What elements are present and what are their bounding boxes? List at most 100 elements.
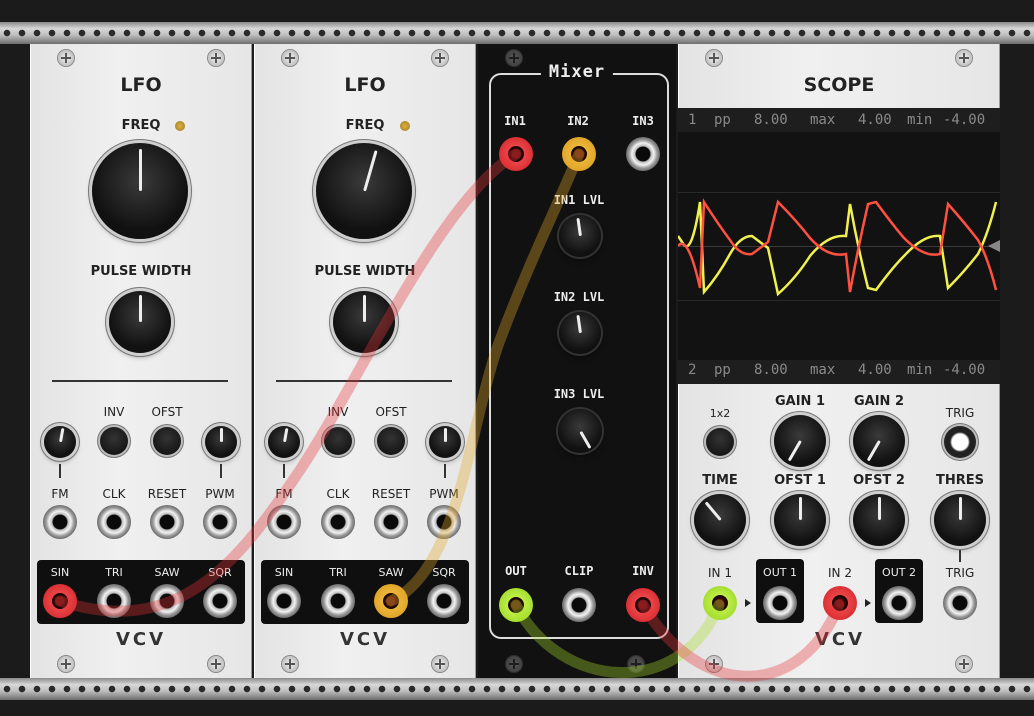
freq-led xyxy=(400,121,410,131)
saw-output-jack[interactable] xyxy=(150,584,184,618)
arrow-right-icon xyxy=(745,599,751,607)
clk-input-jack[interactable] xyxy=(97,505,131,539)
sqr-output-jack[interactable] xyxy=(203,584,237,618)
sqr-label: SQR xyxy=(432,566,456,579)
clk-label: CLK xyxy=(102,487,126,501)
freq-knob[interactable] xyxy=(92,143,188,239)
time-label: TIME xyxy=(702,473,738,488)
inv-button[interactable] xyxy=(100,427,128,455)
trig-input-label: TRIG xyxy=(945,566,975,580)
in2-input-plug[interactable] xyxy=(823,586,857,620)
scope-module[interactable]: SCOPE 1 pp 8.00 max 4.00 min -4.00 2 pp … xyxy=(678,44,1000,678)
trig-input-jack[interactable] xyxy=(943,586,977,620)
mode-1x2-button[interactable] xyxy=(706,428,734,456)
inv-output-plug[interactable] xyxy=(626,588,660,622)
scope-display[interactable]: 1 pp 8.00 max 4.00 min -4.00 2 pp 8.00 m… xyxy=(678,108,1000,384)
ofst-button[interactable] xyxy=(377,427,405,455)
sin-output-jack[interactable] xyxy=(267,584,301,618)
saw-output-plug[interactable] xyxy=(374,584,408,618)
rack-side xyxy=(1002,44,1034,678)
out2-output-jack[interactable] xyxy=(882,586,916,620)
in2-level-knob[interactable] xyxy=(559,312,601,354)
gain2-knob[interactable] xyxy=(853,415,905,467)
in3-input-jack[interactable] xyxy=(626,137,660,171)
vcv-logo: VCV xyxy=(115,629,167,650)
divider xyxy=(276,380,452,382)
in2-label: IN2 xyxy=(567,114,589,128)
pwm-label: PWM xyxy=(205,487,235,501)
rack-rail-bottom xyxy=(0,678,1034,700)
pulse-width-knob[interactable] xyxy=(109,291,171,353)
in1-input-plug[interactable] xyxy=(499,137,533,171)
reset-input-jack[interactable] xyxy=(150,505,184,539)
reset-label: RESET xyxy=(147,487,187,501)
clk-input-jack[interactable] xyxy=(321,505,355,539)
ofst-label: OFST xyxy=(151,405,183,419)
screw-icon xyxy=(432,656,448,672)
pwm-input-jack[interactable] xyxy=(203,505,237,539)
gain1-label: GAIN 1 xyxy=(774,394,826,409)
ofst1-label: OFST 1 xyxy=(774,473,826,488)
pulse-width-knob[interactable] xyxy=(333,291,395,353)
pulse-width-label: PULSE WIDTH xyxy=(314,264,416,279)
out1-label: OUT 1 xyxy=(763,566,797,579)
clk-label: CLK xyxy=(326,487,350,501)
clip-output-jack[interactable] xyxy=(562,588,596,622)
inv-button[interactable] xyxy=(324,427,352,455)
freq-label: FREQ xyxy=(345,118,385,133)
pwm-label: PWM xyxy=(429,487,459,501)
freq-led xyxy=(175,121,185,131)
lfo-module-1[interactable]: LFO FREQ PULSE WIDTH INV OFST FM CLK RES… xyxy=(30,44,252,678)
inv-label: INV xyxy=(327,405,349,419)
rack-rail-top xyxy=(0,22,1034,44)
tick xyxy=(444,464,446,478)
time-knob[interactable] xyxy=(694,494,746,546)
thres-knob[interactable] xyxy=(934,494,986,546)
ch2-max-label: max xyxy=(810,362,836,378)
screw-icon xyxy=(956,656,972,672)
tri-output-jack[interactable] xyxy=(321,584,355,618)
sqr-output-jack[interactable] xyxy=(427,584,461,618)
lfo-module-2[interactable]: LFO FREQ PULSE WIDTH INV OFST FM CLK RES… xyxy=(254,44,476,678)
trig-button[interactable] xyxy=(944,426,976,458)
in3-label: IN3 xyxy=(632,114,654,128)
tri-output-jack[interactable] xyxy=(97,584,131,618)
in1-level-label: IN1 LVL xyxy=(553,193,605,207)
arrow-right-icon xyxy=(865,599,871,607)
fm-input-jack[interactable] xyxy=(43,505,77,539)
ch2-min-label: min xyxy=(907,362,933,378)
fm-label: FM xyxy=(275,487,293,501)
screw-icon xyxy=(628,656,644,672)
ofst1-knob[interactable] xyxy=(774,494,826,546)
pulse-width-label: PULSE WIDTH xyxy=(90,264,192,279)
out1-output-jack[interactable] xyxy=(763,586,797,620)
fm-knob[interactable] xyxy=(268,426,300,458)
in1-input-plug[interactable] xyxy=(703,586,737,620)
ch2-pp-value: 8.00 xyxy=(754,362,788,378)
gain1-knob[interactable] xyxy=(774,415,826,467)
out-output-plug[interactable] xyxy=(499,588,533,622)
in2-input-plug[interactable] xyxy=(562,137,596,171)
saw-label: SAW xyxy=(378,566,404,579)
screw-icon xyxy=(432,50,448,66)
in1-label: IN 1 xyxy=(708,566,732,580)
pwm-knob[interactable] xyxy=(205,426,237,458)
fm-knob[interactable] xyxy=(44,426,76,458)
gain2-label: GAIN 2 xyxy=(853,394,905,409)
ofst2-knob[interactable] xyxy=(853,494,905,546)
pwm-input-jack[interactable] xyxy=(427,505,461,539)
pwm-knob[interactable] xyxy=(429,426,461,458)
scope-traces xyxy=(678,197,1000,297)
in3-level-knob[interactable] xyxy=(558,409,602,453)
vcv-logo: VCV xyxy=(339,629,391,650)
tri-label: TRI xyxy=(105,566,123,579)
sin-output-plug[interactable] xyxy=(43,584,77,618)
trace-2 xyxy=(678,197,998,293)
mixer-module[interactable]: Mixer IN1 IN2 IN3 IN1 LVL IN2 LVL IN3 LV… xyxy=(478,44,676,678)
freq-knob[interactable] xyxy=(316,143,412,239)
in1-level-knob[interactable] xyxy=(559,215,601,257)
ofst-button[interactable] xyxy=(153,427,181,455)
screw-icon xyxy=(956,50,972,66)
reset-input-jack[interactable] xyxy=(374,505,408,539)
fm-input-jack[interactable] xyxy=(267,505,301,539)
